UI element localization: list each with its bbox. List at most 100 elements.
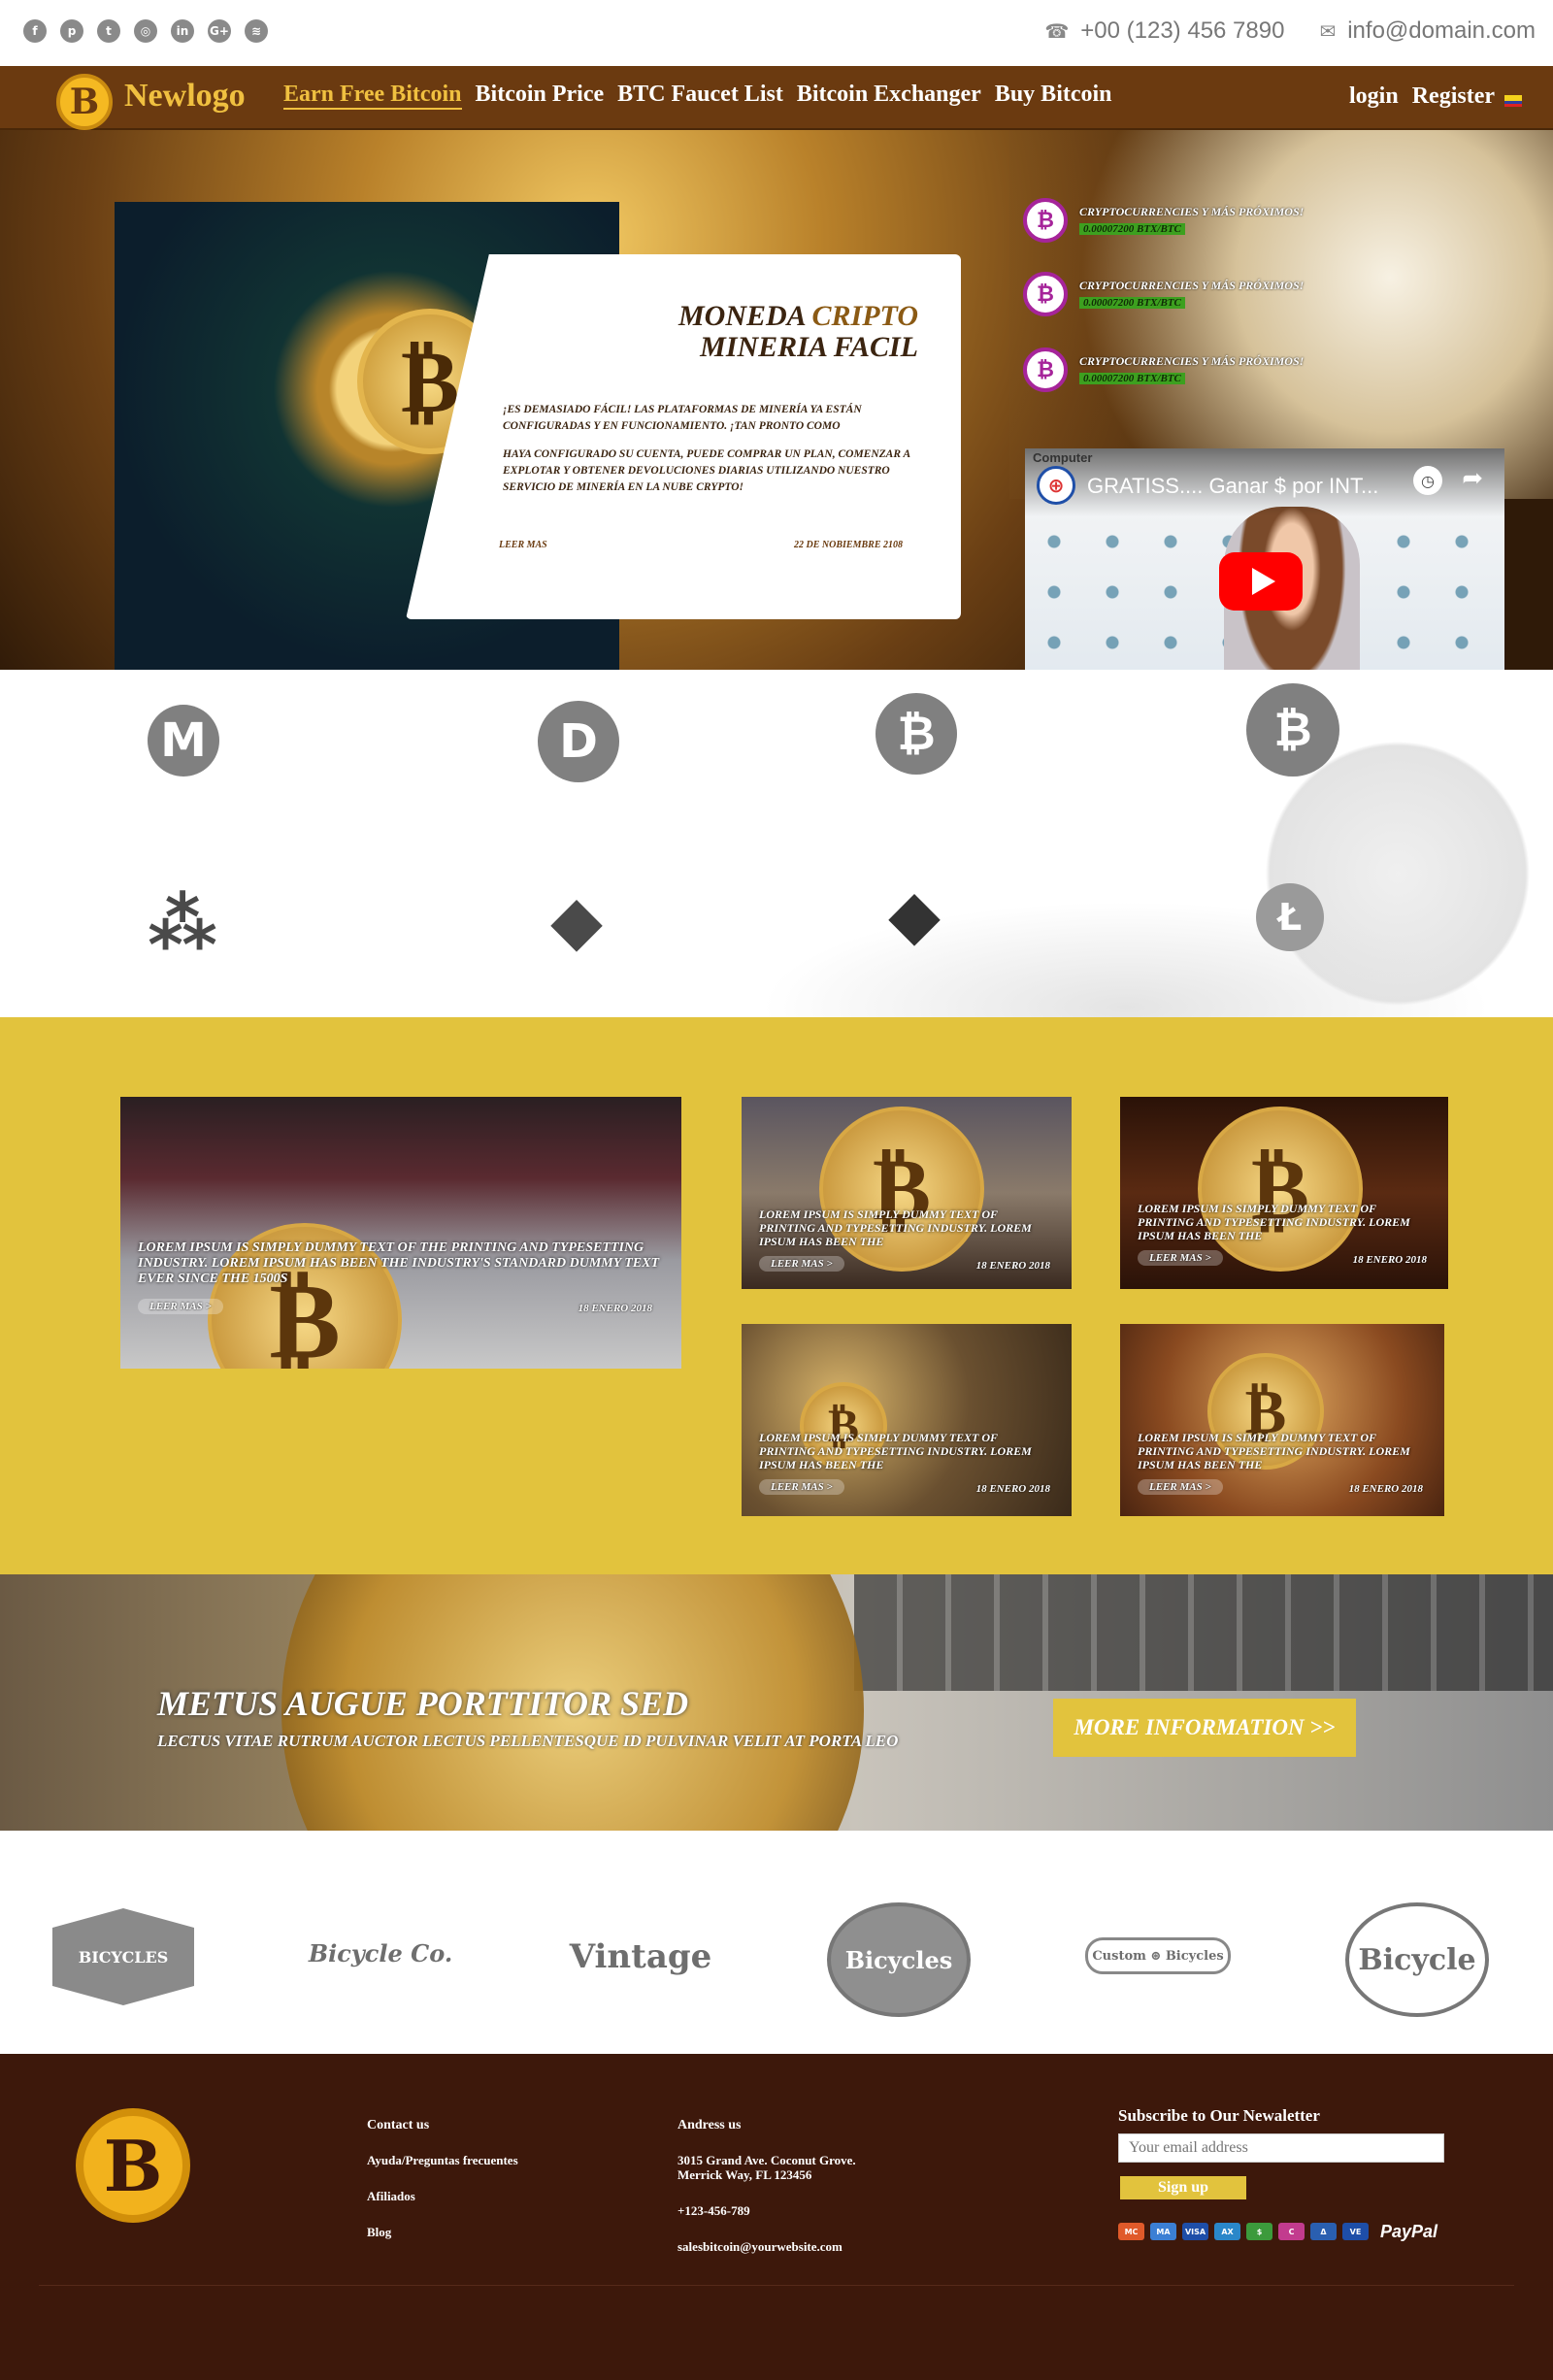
- ticker-label: CRYPTOCURRENCIES Y MÁS PRÓXIMOS!: [1079, 204, 1305, 218]
- cirrus-icon: C: [1278, 2223, 1305, 2240]
- address-line: Merrick Way, FL 123456: [677, 2167, 812, 2182]
- banner-subtitle: LECTUS VITAE RUTRUM AUCTOR LECTUS PELLEN…: [157, 1732, 899, 1750]
- hero-date: 22 DE NOBIEMBRE 2108: [794, 540, 903, 550]
- hero-card: MONEDA CRIPTO MINERIA FACIL ¡ES DEMASIAD…: [406, 254, 961, 619]
- login-link[interactable]: login: [1349, 83, 1399, 110]
- news-card[interactable]: ₿ LOREM IPSUM IS SIMPLY DUMMY TEXT OF PR…: [742, 1097, 1072, 1289]
- nav-item-bitcoin-exchanger[interactable]: Bitcoin Exchanger: [797, 82, 981, 110]
- custom-bicycles-logo[interactable]: Custom ⊛ Bicycles: [1085, 1937, 1231, 1974]
- nav-item-btc-faucet-list[interactable]: BTC Faucet List: [617, 82, 783, 110]
- ripple-icon: ⁂: [148, 884, 217, 964]
- ethereum-icon: ◆: [550, 880, 603, 960]
- news-date: 18 ENERO 2018: [975, 1483, 1050, 1495]
- share-icon[interactable]: ➦: [1462, 464, 1483, 493]
- phone-contact[interactable]: ☎ +00 (123) 456 7890: [1044, 17, 1284, 45]
- ticker-price: 0.00007200 BTX/BTC: [1079, 296, 1185, 309]
- bicycle-circle-logo[interactable]: Bicycle: [1345, 1902, 1489, 2017]
- read-more-button[interactable]: LEER MAS >: [1138, 1479, 1223, 1495]
- news-section: ₿ LOREM IPSUM IS SIMPLY DUMMY TEXT OF TH…: [0, 1017, 1553, 1574]
- news-date: 18 ENERO 2018: [578, 1303, 652, 1314]
- language-flag-icon[interactable]: [1504, 95, 1522, 107]
- watch-later-icon[interactable]: ◷: [1413, 466, 1442, 495]
- news-text: LOREM IPSUM IS SIMPLY DUMMY TEXT OF PRIN…: [1138, 1202, 1410, 1242]
- newsletter-email-input[interactable]: [1118, 2133, 1444, 2163]
- dribbble-icon[interactable]: ◎: [134, 19, 157, 43]
- social-links: f p t ◎ in G+ ≋: [23, 19, 268, 43]
- news-card[interactable]: ₿ LOREM IPSUM IS SIMPLY DUMMY TEXT OF PR…: [1120, 1097, 1448, 1289]
- bitcoin-icon: ₿: [1023, 272, 1068, 316]
- ticker-label: CRYPTOCURRENCIES Y MÁS PRÓXIMOS!: [1079, 353, 1305, 368]
- contact-info: ☎ +00 (123) 456 7890 ✉ info@domain.com: [1044, 17, 1536, 45]
- hero-read-more-link[interactable]: LEER MAS: [499, 540, 547, 550]
- price-ticker[interactable]: ₿ CRYPTOCURRENCIES Y MÁS PRÓXIMOS! 0.000…: [1023, 198, 1304, 243]
- news-card[interactable]: ₿ LOREM IPSUM IS SIMPLY DUMMY TEXT OF PR…: [1120, 1324, 1444, 1516]
- rss-icon[interactable]: ≋: [245, 19, 268, 43]
- twitter-icon[interactable]: t: [97, 19, 120, 43]
- price-ticker[interactable]: ₿ CRYPTOCURRENCIES Y MÁS PRÓXIMOS! 0.000…: [1023, 272, 1304, 316]
- bicycle-co-logo[interactable]: Bicycle Co.: [303, 1924, 458, 1982]
- dash-icon: D: [538, 701, 619, 782]
- hero-title-part1: MONEDA: [677, 300, 812, 332]
- footer-logo-icon[interactable]: B: [76, 2108, 190, 2223]
- promo-banner: METUS AUGUE PORTTITOR SED LECTUS VITAE R…: [0, 1574, 1553, 1831]
- envelope-icon: ✉: [1319, 19, 1337, 43]
- news-text: LOREM IPSUM IS SIMPLY DUMMY TEXT OF PRIN…: [759, 1431, 1032, 1471]
- maestro-icon: MA: [1150, 2223, 1176, 2240]
- footer-link-affiliates[interactable]: Afiliados: [367, 2189, 518, 2203]
- signup-button[interactable]: Sign up: [1120, 2176, 1246, 2199]
- price-ticker[interactable]: ₿ CRYPTOCURRENCIES Y MÁS PRÓXIMOS! 0.000…: [1023, 347, 1304, 392]
- pinterest-icon[interactable]: p: [60, 19, 83, 43]
- visa-electron-icon: VE: [1342, 2223, 1369, 2240]
- partners-section: BICYCLES Bicycle Co. Vintage Bicycles Cu…: [0, 1831, 1553, 2054]
- ticker-price: 0.00007200 BTX/BTC: [1079, 222, 1185, 235]
- vintage-logo[interactable]: Vintage: [563, 1908, 718, 2005]
- top-bar: f p t ◎ in G+ ≋ ☎ +00 (123) 456 7890 ✉ i…: [0, 0, 1553, 66]
- newsletter-heading: Subscribe to Our Newaletter: [1118, 2106, 1320, 2125]
- video-brand: Computer: [1033, 450, 1093, 465]
- crypto-icons-section: M D ₿ ₿ ⁂ ◆ ◆ Ł: [0, 670, 1553, 1017]
- bitcoin-icon: ₿: [1246, 683, 1339, 777]
- email-contact[interactable]: ✉ info@domain.com: [1319, 17, 1536, 45]
- hero-text: ¡ES DEMASIADO FÁCIL! LAS PLATAFORMAS DE …: [503, 402, 930, 508]
- video-title[interactable]: GRATISS.... Ganar $ por INT...: [1087, 474, 1378, 499]
- read-more-button[interactable]: LEER MAS >: [1138, 1250, 1223, 1266]
- bitcoin-icon: ₿: [1023, 198, 1068, 243]
- more-information-button[interactable]: MORE INFORMATION >>: [1053, 1699, 1356, 1757]
- footer-link-blog[interactable]: Blog: [367, 2225, 518, 2239]
- nav-item-earn-free-bitcoin[interactable]: Earn Free Bitcoin: [283, 82, 462, 110]
- footer-link-faq[interactable]: Ayuda/Preguntas frecuentes: [367, 2153, 518, 2167]
- facebook-icon[interactable]: f: [23, 19, 47, 43]
- bicycles-round-logo[interactable]: Bicycles: [827, 1902, 971, 2017]
- linkedin-icon[interactable]: in: [171, 19, 194, 43]
- nav-item-buy-bitcoin[interactable]: Buy Bitcoin: [995, 82, 1112, 110]
- logo-text[interactable]: Newlogo: [124, 78, 246, 115]
- read-more-button[interactable]: LEER MAS >: [759, 1479, 844, 1495]
- visa-icon: VISA: [1182, 2223, 1208, 2240]
- logo-icon[interactable]: B: [56, 74, 113, 130]
- keyboard-image: [854, 1574, 1553, 1691]
- channel-avatar-icon[interactable]: ⊕: [1037, 466, 1075, 505]
- footer-email[interactable]: salesbitcoin@yourwebsite.com: [677, 2239, 856, 2254]
- news-card[interactable]: ₿ LOREM IPSUM IS SIMPLY DUMMY TEXT OF PR…: [742, 1324, 1072, 1516]
- hero-paragraph: ¡ES DEMASIADO FÁCIL! LAS PLATAFORMAS DE …: [503, 404, 862, 432]
- news-date: 18 ENERO 2018: [1352, 1254, 1427, 1266]
- coins-watermark-image: [699, 883, 1553, 1017]
- phone-number: +00 (123) 456 7890: [1080, 17, 1285, 44]
- main-nav: B Newlogo Earn Free Bitcoin Bitcoin Pric…: [0, 66, 1553, 130]
- footer: B Contact us Ayuda/Preguntas frecuentes …: [0, 2054, 1553, 2380]
- news-date: 18 ENERO 2018: [1348, 1483, 1423, 1495]
- hero-title: MONEDA CRIPTO MINERIA FACIL: [678, 301, 918, 363]
- read-more-button[interactable]: LEER MAS >: [759, 1256, 844, 1272]
- read-more-button[interactable]: LEER MAS >: [138, 1299, 223, 1314]
- bicycles-badge-logo[interactable]: BICYCLES: [52, 1908, 194, 2005]
- news-text: LOREM IPSUM IS SIMPLY DUMMY TEXT OF PRIN…: [759, 1207, 1032, 1248]
- auth-links: login Register: [1349, 83, 1495, 110]
- google-plus-icon[interactable]: G+: [208, 19, 231, 43]
- register-link[interactable]: Register: [1412, 83, 1495, 110]
- footer-contact-column: Contact us Ayuda/Preguntas frecuentes Af…: [367, 2118, 518, 2261]
- amex-icon: AX: [1214, 2223, 1240, 2240]
- hero-title-accent: CRIPTO: [811, 300, 918, 332]
- play-button[interactable]: [1219, 552, 1303, 611]
- news-card[interactable]: ₿ LOREM IPSUM IS SIMPLY DUMMY TEXT OF TH…: [120, 1097, 681, 1369]
- nav-item-bitcoin-price[interactable]: Bitcoin Price: [476, 82, 605, 110]
